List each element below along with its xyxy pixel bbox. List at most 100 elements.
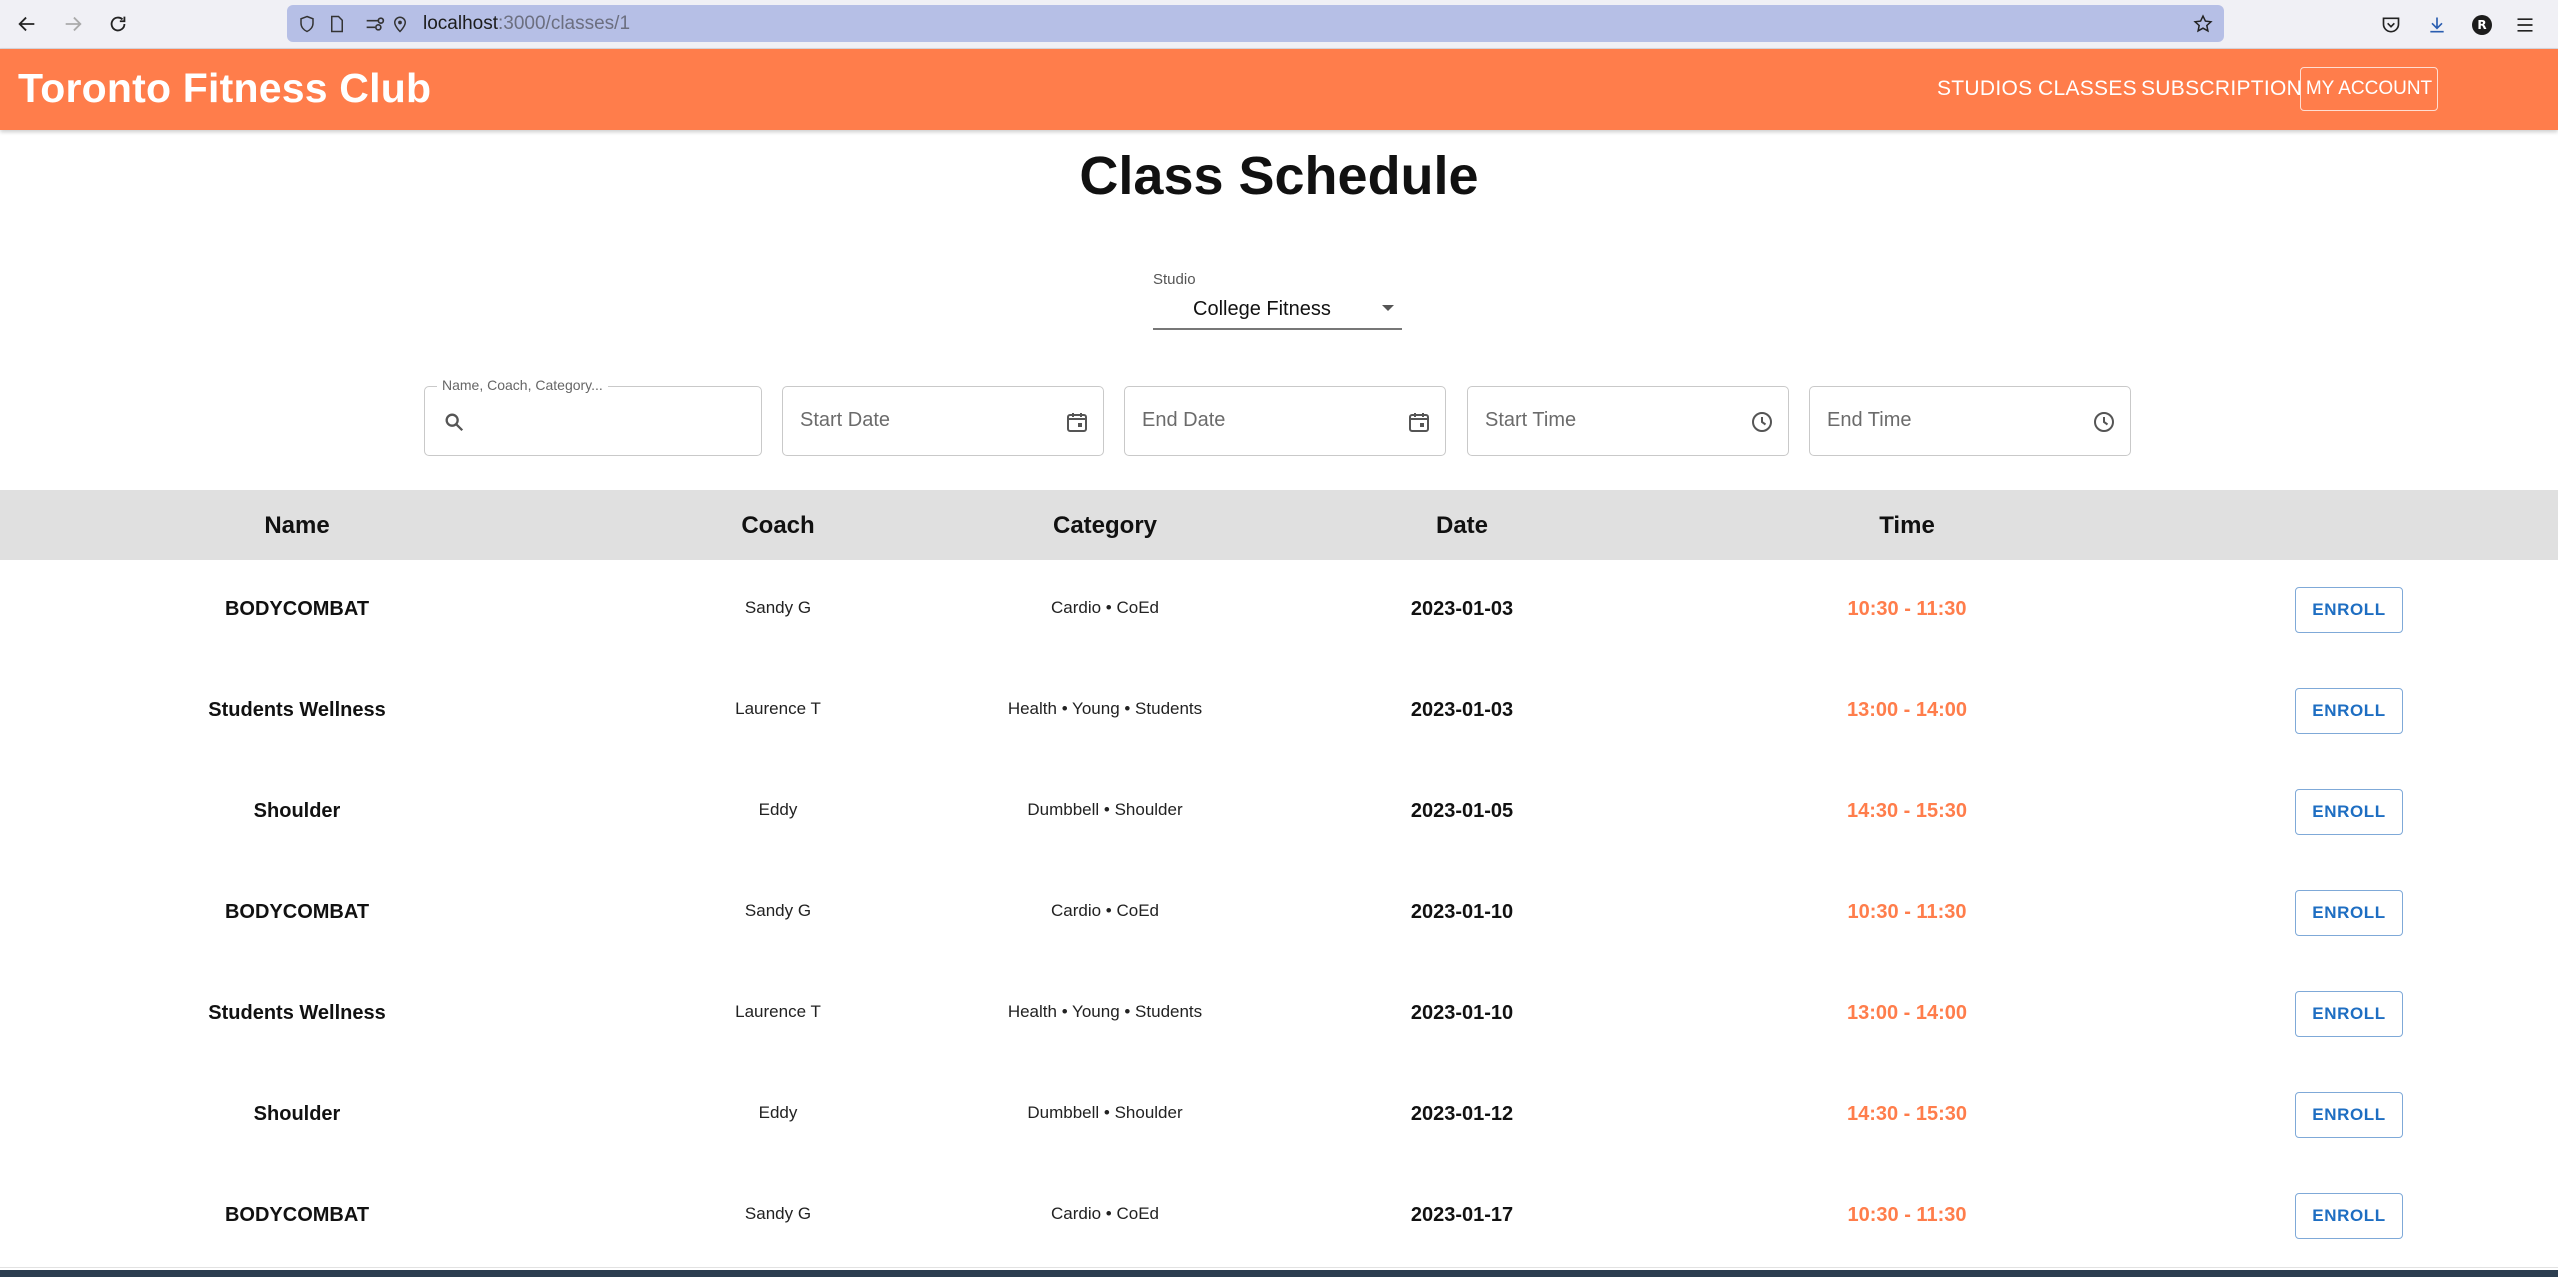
class-category: Cardio • CoEd [1050,901,1160,920]
page-icon[interactable] [327,14,347,34]
avatar-letter: R [2472,15,2492,35]
url-path: :3000/classes/1 [498,13,631,34]
bookmark-star-icon[interactable] [2193,14,2213,34]
class-time: 14:30 - 15:30 [1846,1103,1968,1125]
class-name: BODYCOMBAT [224,1204,370,1226]
enroll-button[interactable]: ENROLL [2295,587,2403,633]
class-coach: Eddy [758,800,798,819]
class-date: 2023-01-10 [1410,1002,1514,1024]
nav-studios[interactable]: STUDIOS [1937,77,2032,101]
class-name: Shoulder [253,800,341,822]
permissions-icon[interactable] [365,14,385,34]
start-time-field[interactable]: Start Time [1467,386,1789,456]
app-header: Toronto Fitness Club STUDIOS CLASSES SUB… [0,49,2558,130]
class-date: 2023-01-10 [1410,901,1514,923]
clock-icon[interactable] [1748,408,1776,436]
studio-select[interactable]: College Fitness [1153,290,1402,330]
studio-label: Studio [1153,271,1196,288]
header-date: Date [1435,512,1489,539]
my-account-button[interactable]: MY ACCOUNT [2300,67,2438,111]
table-row: BODYCOMBAT Sandy G Cardio • CoEd 2023-01… [0,560,2558,662]
class-date: 2023-01-03 [1410,598,1514,620]
header-coach: Coach [741,512,815,539]
shield-icon[interactable] [297,14,317,34]
enroll-button[interactable]: ENROLL [2295,1193,2403,1239]
table-row: Shoulder Eddy Dumbbell • Shoulder 2023-0… [0,762,2558,864]
table-row: Students Wellness Laurence T Health • Yo… [0,661,2558,763]
reload-icon[interactable] [100,6,136,42]
header-name: Name [264,512,330,539]
pocket-icon[interactable] [2378,12,2404,38]
search-icon [441,409,467,435]
nav-subscription[interactable]: SUBSCRIPTION [2141,77,2302,101]
clock-icon[interactable] [2090,408,2118,436]
class-date: 2023-01-05 [1410,800,1514,822]
class-category: Dumbbell • Shoulder [1027,1103,1183,1122]
calendar-icon[interactable] [1063,408,1091,436]
studio-value: College Fitness [1193,298,1331,320]
brand-title[interactable]: Toronto Fitness Club [18,65,431,112]
header-category: Category [1052,512,1158,539]
enroll-button[interactable]: ENROLL [2295,1092,2403,1138]
class-time: 10:30 - 11:30 [1847,1204,1967,1226]
enroll-button[interactable]: ENROLL [2295,890,2403,936]
class-coach: Laurence T [735,1002,821,1021]
start-date-placeholder: Start Date [800,409,891,431]
class-category: Dumbbell • Shoulder [1027,800,1183,819]
end-date-field[interactable]: End Date [1124,386,1446,456]
class-name: Shoulder [253,1103,341,1125]
class-name: Students Wellness [208,699,386,721]
downloads-icon[interactable] [2424,12,2450,38]
class-category: Cardio • CoEd [1050,1204,1160,1223]
class-coach: Laurence T [735,699,821,718]
search-input[interactable]: Name, Coach, Category... [424,377,762,456]
enroll-button[interactable]: ENROLL [2295,688,2403,734]
class-time: 13:00 - 14:00 [1846,699,1968,721]
end-time-placeholder: End Time [1827,409,1912,431]
back-arrow-icon[interactable] [9,6,45,42]
class-date: 2023-01-12 [1410,1103,1514,1125]
end-time-field[interactable]: End Time [1809,386,2131,456]
enroll-button[interactable]: ENROLL [2295,991,2403,1037]
start-date-field[interactable]: Start Date [782,386,1104,456]
enroll-button[interactable]: ENROLL [2295,789,2403,835]
header-time: Time [1879,512,1935,539]
class-time: 10:30 - 11:30 [1847,598,1967,620]
end-date-placeholder: End Date [1142,409,1226,431]
class-time: 14:30 - 15:30 [1846,800,1968,822]
location-icon[interactable] [390,14,410,34]
class-time: 13:00 - 14:00 [1846,1002,1968,1024]
class-category: Cardio • CoEd [1050,598,1160,617]
table-row: BODYCOMBAT Sandy G Cardio • CoEd 2023-01… [0,1166,2558,1268]
table-row: Shoulder Eddy Dumbbell • Shoulder 2023-0… [0,1065,2558,1167]
class-name: BODYCOMBAT [224,598,370,620]
class-date: 2023-01-17 [1410,1204,1514,1226]
class-coach: Sandy G [744,901,812,920]
forward-arrow-icon[interactable] [55,6,91,42]
class-time: 10:30 - 11:30 [1847,901,1967,923]
class-date: 2023-01-03 [1410,699,1514,721]
page-title: Class Schedule [1079,146,1479,206]
hamburger-menu-icon[interactable] [2512,12,2538,38]
search-label: Name, Coach, Category... [437,377,608,393]
class-name: BODYCOMBAT [224,901,370,923]
caret-down-icon [1382,305,1394,311]
address-bar[interactable]: localhost:3000/classes/1 [287,5,2224,42]
url-text[interactable]: localhost:3000/classes/1 [423,13,630,35]
nav-classes[interactable]: CLASSES [2038,77,2137,101]
class-coach: Sandy G [744,1204,812,1223]
start-time-placeholder: Start Time [1485,409,1577,431]
table-row: BODYCOMBAT Sandy G Cardio • CoEd 2023-01… [0,863,2558,965]
url-host: localhost [423,13,498,34]
class-name: Students Wellness [208,1002,386,1024]
class-coach: Sandy G [744,598,812,617]
table-row: Students Wellness Laurence T Health • Yo… [0,964,2558,1066]
class-category: Health • Young • Students [1007,1002,1203,1021]
browser-toolbar: localhost:3000/classes/1 R [0,0,2558,49]
class-category: Health • Young • Students [1007,699,1203,718]
account-avatar[interactable]: R [2469,12,2495,38]
table-header: Name Coach Category Date Time [0,490,2558,560]
calendar-icon[interactable] [1405,408,1433,436]
class-coach: Eddy [758,1103,798,1122]
taskbar-strip [0,1270,2558,1277]
